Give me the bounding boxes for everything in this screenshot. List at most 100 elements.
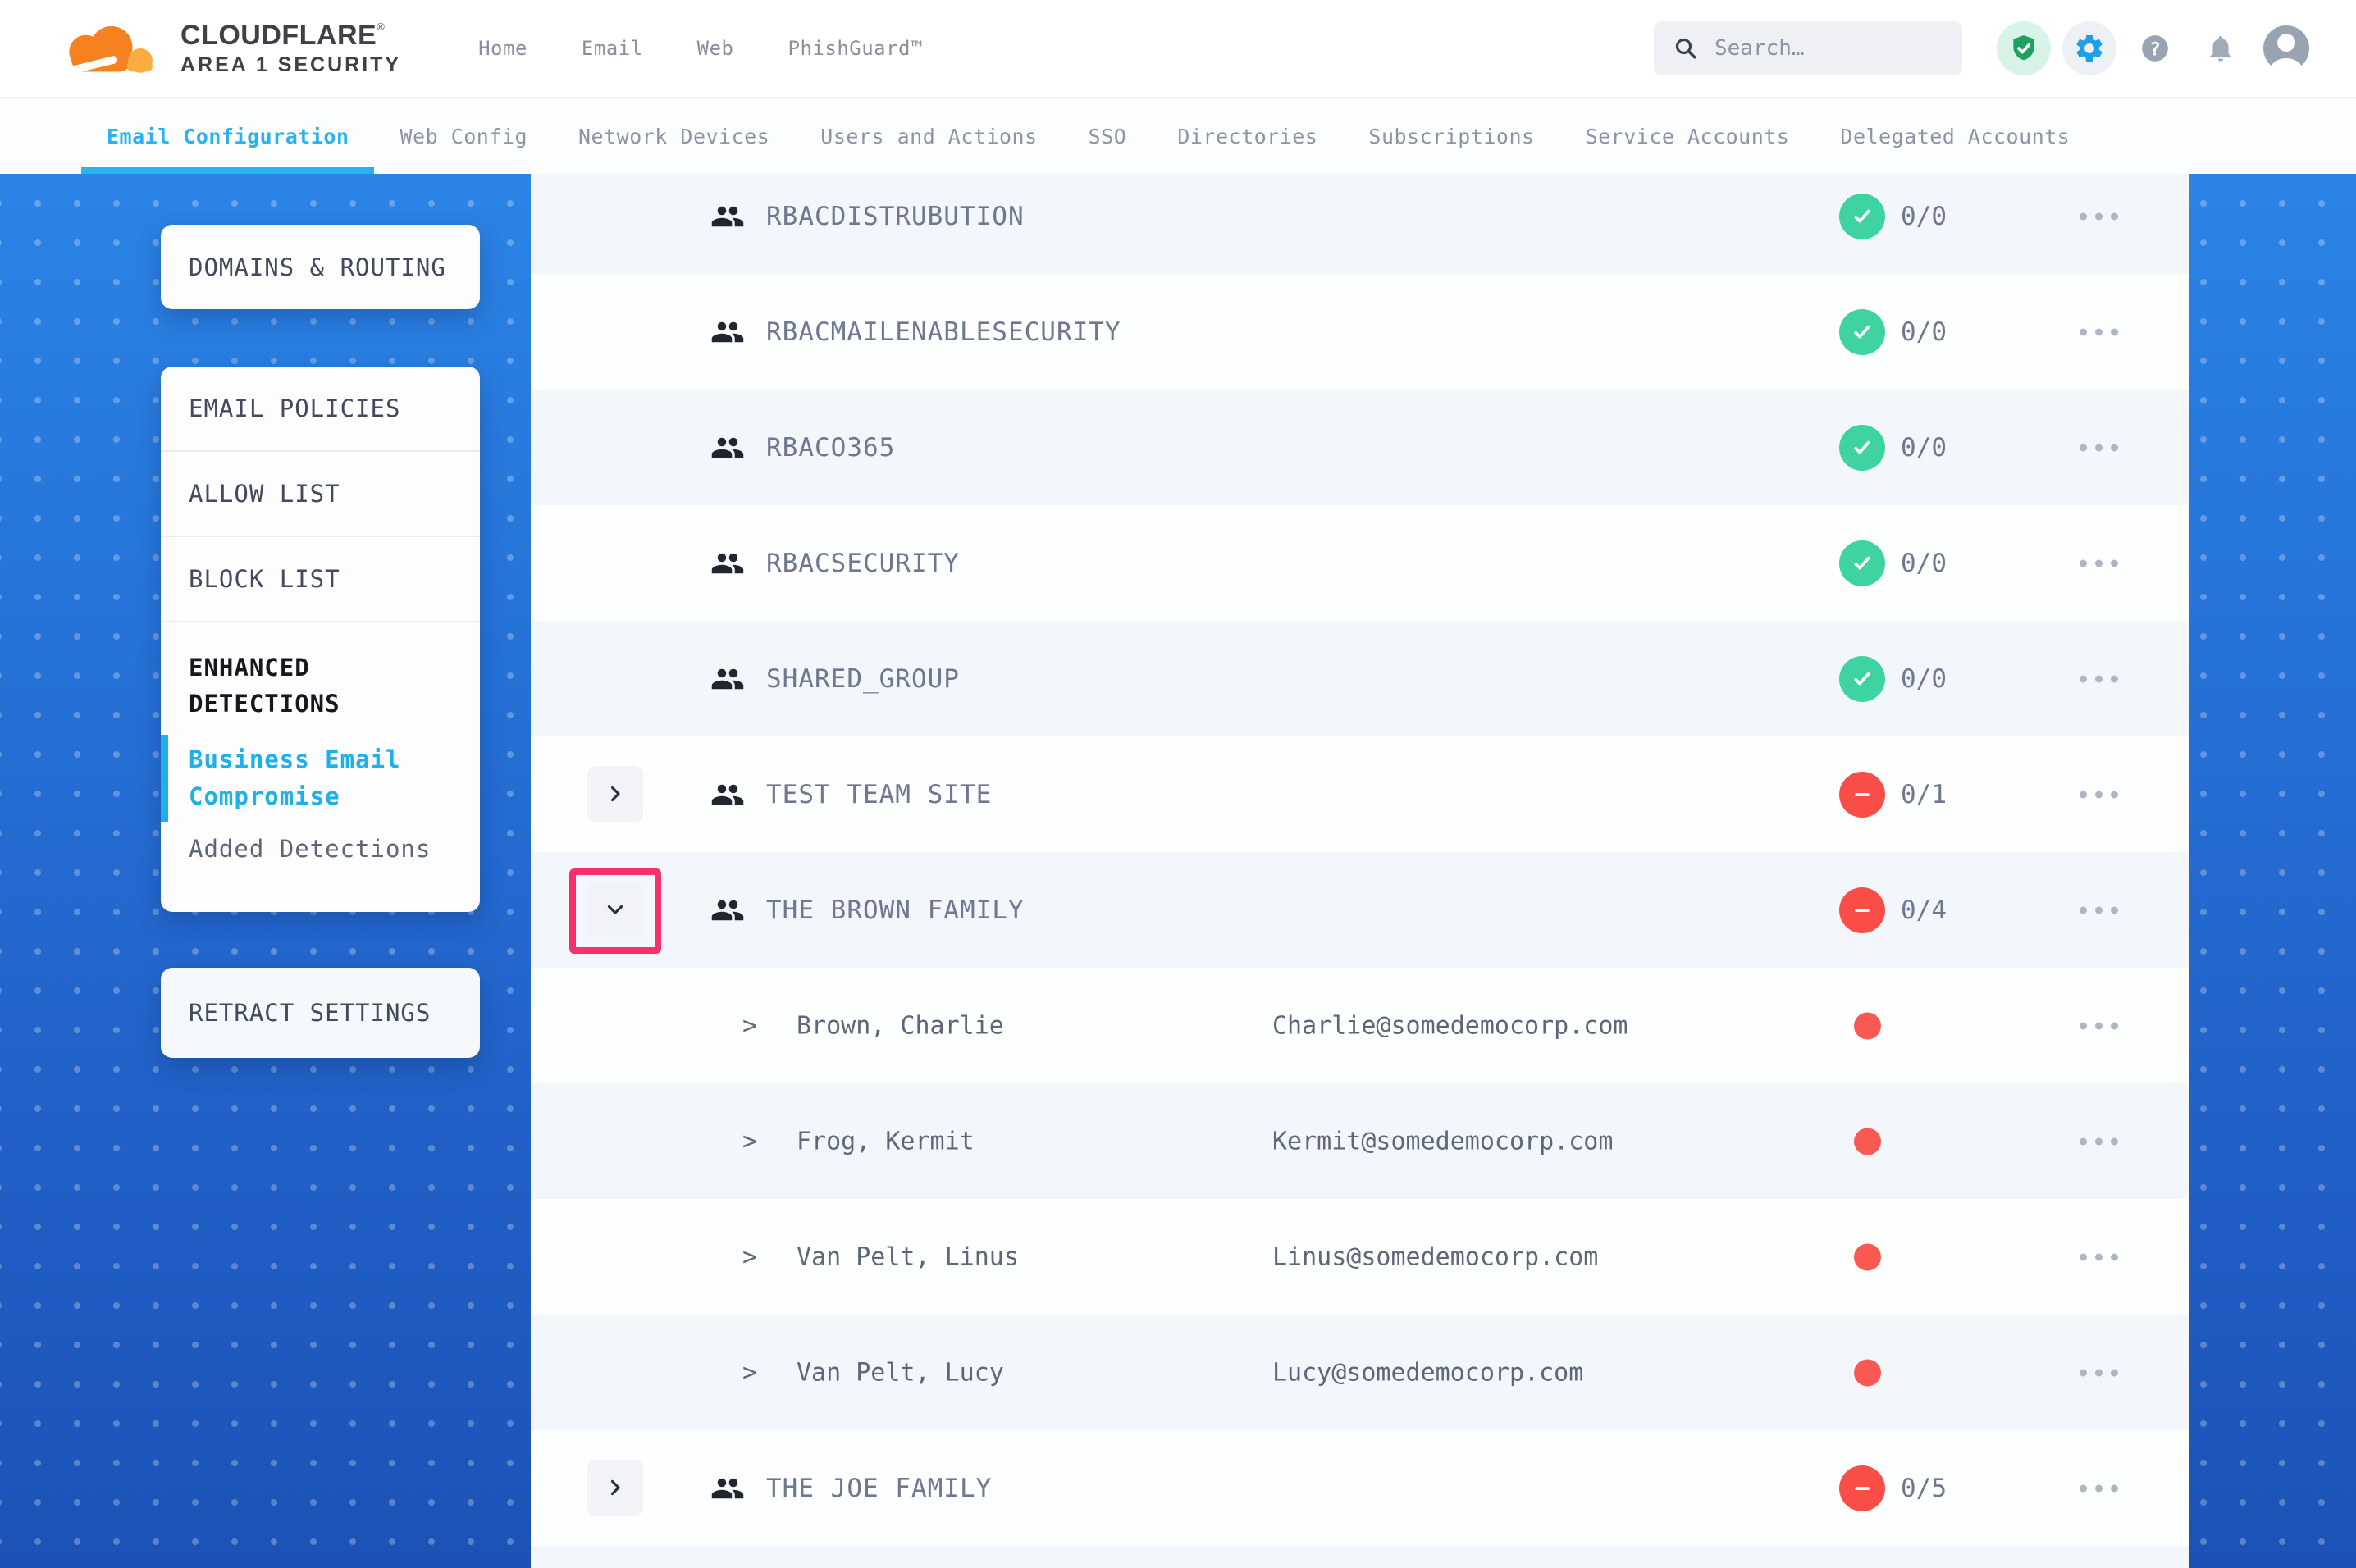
status-badge [1839,425,1885,471]
group-name[interactable]: RBACDISTRUBUTION [766,202,1025,231]
group-row: THE BROWN FAMILY 0/4 [531,852,2189,968]
member-row: > Brown, Charlie Charlie@somedemocorp.co… [531,968,2189,1083]
member-name[interactable]: Frog, Kermit [797,1127,975,1155]
group-row: TEST TEAM SITE 0/1 [531,736,2189,852]
group-row: RBACSECURITY 0/0 [531,505,2189,621]
tab[interactable]: Directories [1152,98,1343,174]
check-icon [1849,203,1875,230]
registered-mark: ® [377,21,385,33]
member-count: 0/4 [1901,896,1947,925]
group-name[interactable]: SHARED_GROUP [766,664,960,694]
minus-icon [1849,1475,1875,1502]
member-row: > Frog, Kermit Kermit@somedemocorp.com [531,1083,2189,1199]
check-icon [1849,319,1875,345]
group-name[interactable]: RBACSECURITY [766,549,960,578]
account-avatar-icon[interactable] [2259,21,2313,75]
group-name[interactable]: THE BROWN FAMILY [766,896,1025,925]
tab[interactable]: Network Devices [553,98,795,174]
chevron-right-icon[interactable]: > [742,1127,757,1155]
tab[interactable]: SSO [1063,98,1153,174]
groups-list-panel: RBACDISTRUBUTION 0/0 RBACMAILENABLESECUR… [531,174,2189,1568]
row-menu-button[interactable] [2071,898,2126,922]
search-input[interactable]: Search… [1654,21,1962,75]
tab[interactable]: Web Config [374,98,553,174]
group-name[interactable]: TEST TEAM SITE [766,780,992,809]
sidebar-item-enhanced-detections[interactable]: ENHANCED DETECTIONS [161,622,480,728]
member-name[interactable]: Van Pelt, Linus [797,1242,1019,1271]
row-menu-button[interactable] [2071,1245,2126,1269]
chevron-right-icon[interactable]: > [742,1358,757,1387]
sidebar-item-allow-list[interactable]: ALLOW LIST [161,452,480,536]
expand-toggle-button[interactable] [587,882,643,937]
sidebar-item-business-email-compromise[interactable]: Business Email Compromise [161,728,480,828]
security-shield-icon[interactable] [1997,21,2051,75]
brand-subname: AREA 1 SECURITY [180,54,401,75]
cloudflare-logo[interactable]: CLOUDFLARE® AREA 1 SECURITY [44,14,401,83]
tab[interactable]: Users and Actions [795,98,1062,174]
row-menu-button[interactable] [2071,1014,2126,1037]
chevron-icon [604,1476,627,1499]
member-email: Kermit@somedemocorp.com [1272,1127,1613,1155]
chevron-right-icon[interactable]: > [742,1242,757,1271]
help-icon[interactable]: ? [2128,21,2182,75]
group-row: RBACO365 0/0 [531,390,2189,505]
row-menu-button[interactable] [2071,551,2126,575]
minus-icon [1849,897,1875,923]
top-nav-item[interactable]: Web [697,37,734,60]
sidebar-item-block-list[interactable]: BLOCK LIST [161,537,480,621]
sidebar-card-domains-routing[interactable]: DOMAINS & ROUTING [161,225,480,309]
row-menu-button[interactable] [2071,782,2126,806]
top-nav-item[interactable]: PhishGuard™ [788,37,923,60]
sidebar-item-added-detections[interactable]: Added Detections [161,828,480,891]
settings-gear-icon[interactable] [2062,21,2116,75]
member-name[interactable]: Van Pelt, Lucy [797,1358,1004,1387]
expand-toggle-button[interactable] [587,1460,643,1516]
content-area: DOMAINS & ROUTING EMAIL POLICIES ALLOW L… [0,174,2356,1568]
member-count: 0/0 [1901,202,1947,231]
status-badge [1839,1465,1885,1511]
chevron-icon [604,898,627,921]
check-icon [1849,435,1875,461]
chevron-right-icon[interactable]: > [742,1011,757,1040]
top-header: CLOUDFLARE® AREA 1 SECURITY Home Email Web… [0,0,2356,98]
sidebar-label-domains-routing: DOMAINS & ROUTING [189,253,446,281]
member-status-dot [1854,1359,1881,1386]
tab[interactable]: Subscriptions [1343,98,1559,174]
row-menu-button[interactable] [2071,667,2126,691]
row-menu-button[interactable] [2071,320,2126,344]
area1-security-app: CLOUDFLARE® AREA 1 SECURITY Home Email Web… [0,0,2356,1568]
top-nav-item[interactable]: Home [478,37,527,60]
tab[interactable]: Delegated Accounts [1815,98,2095,174]
chevron-icon [604,782,627,805]
sidebar-item-email-policies[interactable]: EMAIL POLICIES [161,367,480,450]
search-placeholder: Search… [1714,36,1805,61]
group-name[interactable]: THE JOE FAMILY [766,1474,992,1503]
group-icon [710,662,745,696]
expand-toggle-button[interactable] [587,766,643,822]
group-name[interactable]: RBACMAILENABLESECURITY [766,317,1121,347]
sidebar-card-retract-settings[interactable]: RETRACT SETTINGS [161,968,480,1058]
top-nav-item[interactable]: Email [582,37,643,60]
group-name[interactable]: RBACO365 [766,433,895,463]
member-row: > Van Pelt, Lucy Lucy@somedemocorp.com [531,1315,2189,1430]
tab[interactable]: Service Accounts [1560,98,1815,174]
group-icon [710,431,745,465]
row-menu-button[interactable] [2071,1476,2126,1500]
row-menu-button[interactable] [2071,435,2126,459]
group-row: RBACMAILENABLESECURITY 0/0 [531,274,2189,390]
member-name[interactable]: Brown, Charlie [797,1011,1004,1040]
row-menu-button[interactable] [2071,1129,2126,1153]
member-count: 0/0 [1901,317,1947,347]
row-menu-button[interactable] [2071,1361,2126,1384]
svg-text:?: ? [2149,39,2161,60]
section-tabs: Email ConfigurationWeb ConfigNetwork Dev… [0,98,2356,174]
member-count: 0/0 [1901,664,1947,694]
notifications-bell-icon[interactable] [2194,21,2248,75]
row-menu-button[interactable] [2071,204,2126,228]
member-email: Charlie@somedemocorp.com [1272,1011,1628,1040]
member-count: 0/1 [1901,780,1947,809]
member-count: 0/0 [1901,549,1947,578]
member-row: > Van Pelt, Linus Linus@somedemocorp.com [531,1199,2189,1315]
tab[interactable]: Email Configuration [81,98,374,174]
group-icon [710,893,745,928]
